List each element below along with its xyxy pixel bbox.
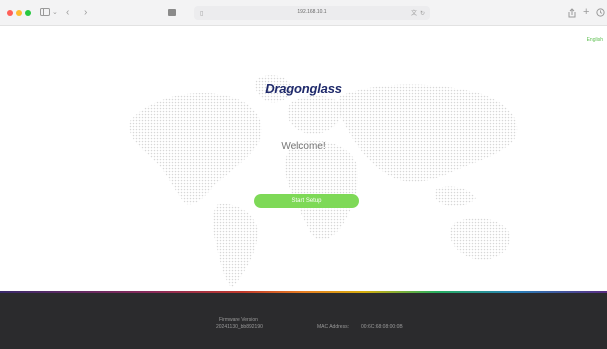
mac-label: MAC Address:: [317, 324, 349, 330]
start-setup-button[interactable]: Start Setup: [254, 194, 359, 208]
tab-overview-icon[interactable]: [596, 8, 605, 20]
back-icon[interactable]: ‹: [66, 8, 69, 18]
reload-icon[interactable]: ↻: [420, 9, 425, 19]
footer: Firmware Version 20241130_bb892190 MAC A…: [0, 293, 607, 349]
world-map-background: [129, 75, 518, 288]
forward-icon[interactable]: ›: [84, 8, 87, 18]
firmware-value: 20241130_bb892190: [216, 324, 263, 330]
translate-icon[interactable]: 文: [411, 9, 417, 19]
setup-page: English Dragonglass Welcome! Start Setup: [0, 26, 607, 292]
mac-value: 00:6C:68:08:00:0B: [361, 324, 403, 330]
sidebar-icon[interactable]: [40, 8, 50, 19]
chevron-down-icon[interactable]: ⌄: [52, 8, 58, 18]
address-text: 192.168.10.1: [297, 9, 327, 15]
minimize-window-button[interactable]: [16, 10, 22, 16]
zoom-window-button[interactable]: [25, 10, 31, 16]
browser-toolbar: ⌄ ‹ › ▯ 192.168.10.1 文 ↻ +: [0, 0, 607, 26]
firmware-label: Firmware Version: [219, 317, 258, 323]
brand-logo: Dragonglass: [265, 81, 342, 96]
welcome-text: Welcome!: [281, 141, 326, 152]
close-window-button[interactable]: [7, 10, 13, 16]
address-bar[interactable]: ▯ 192.168.10.1 文 ↻: [194, 6, 430, 20]
share-icon[interactable]: [568, 8, 576, 21]
tab-group-icon[interactable]: [168, 9, 176, 19]
new-tab-icon[interactable]: +: [583, 7, 589, 18]
language-selector[interactable]: English: [587, 37, 603, 43]
